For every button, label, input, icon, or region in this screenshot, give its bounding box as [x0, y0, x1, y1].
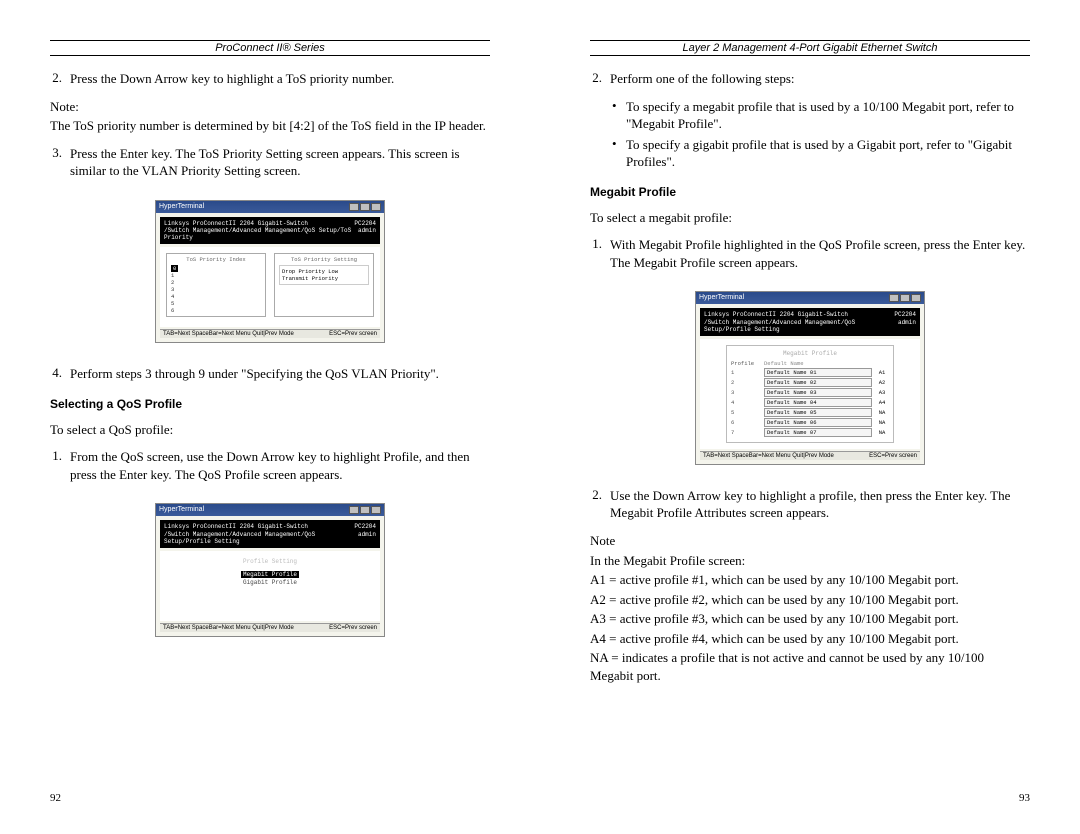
- terminal-statusbar: TAB=Next SpaceBar=Next Menu Quit|Prev Mo…: [160, 329, 380, 338]
- window-buttons: [349, 506, 381, 514]
- left-header-rule: ProConnect II® Series: [50, 40, 490, 56]
- page-number-left: 92: [50, 792, 61, 804]
- right-note-intro: In the Megabit Profile screen:: [590, 552, 1030, 570]
- right-header: Layer 2 Management 4-Port Gigabit Ethern…: [590, 42, 1030, 54]
- page-number-right: 93: [1019, 792, 1030, 804]
- a3-text: A3 = active profile #3, which can be use…: [590, 610, 1030, 628]
- left-page: ProConnect II® Series 2. Press the Down …: [0, 0, 540, 834]
- a2-text: A2 = active profile #2, which can be use…: [590, 591, 1030, 609]
- window-title: HyperTerminal: [159, 506, 204, 514]
- close-icon[interactable]: [371, 203, 381, 211]
- maximize-icon[interactable]: [900, 294, 910, 302]
- titlebar: HyperTerminal: [696, 292, 924, 304]
- qos-intro: To select a QoS profile:: [50, 421, 490, 439]
- bullet-megabit: • To specify a megabit profile that is u…: [612, 98, 1030, 133]
- right-note-label: Note: [590, 532, 1030, 550]
- profile-row: 3Default Name 03A3: [731, 388, 889, 397]
- terminal-content: Megabit Profile Profile Default Name 1De…: [700, 339, 920, 449]
- left-step-2: 2. Press the Down Arrow key to highlight…: [50, 70, 490, 88]
- close-icon[interactable]: [371, 506, 381, 514]
- left-header: ProConnect II® Series: [50, 42, 490, 54]
- terminal-content: ToS Priority Index 0 1 2 3 4 5 6: [160, 247, 380, 327]
- profile-row: 4Default Name 04A4: [731, 398, 889, 407]
- terminal-statusbar: TAB=Next SpaceBar=Next Menu Quit|Prev Mo…: [160, 623, 380, 632]
- minimize-icon[interactable]: [349, 506, 359, 514]
- terminal-window: HyperTerminal Linksys ProConnectII 2204 …: [155, 200, 385, 344]
- minimize-icon[interactable]: [889, 294, 899, 302]
- profile-row: 1Default Name 01A1: [731, 368, 889, 377]
- bullet-gigabit: • To specify a gigabit profile that is u…: [612, 136, 1030, 171]
- window-title: HyperTerminal: [699, 294, 744, 302]
- section-selecting-qos: Selecting a QoS Profile: [50, 397, 490, 411]
- screenshot-qos-profile: HyperTerminal Linksys ProConnectII 2204 …: [50, 503, 490, 637]
- window-buttons: [349, 203, 381, 211]
- section-megabit-profile: Megabit Profile: [590, 185, 1030, 199]
- close-icon[interactable]: [911, 294, 921, 302]
- tos-index-list: 0 1 2 3 4 5 6: [171, 265, 261, 314]
- megabit-step-1: 1. With Megabit Profile highlighted in t…: [590, 236, 1030, 271]
- terminal-header: Linksys ProConnectII 2204 Gigabit-Switch…: [700, 308, 920, 336]
- maximize-icon[interactable]: [360, 506, 370, 514]
- titlebar: HyperTerminal: [156, 504, 384, 516]
- terminal-statusbar: TAB=Next SpaceBar=Next Menu Quit|Prev Mo…: [700, 451, 920, 460]
- a4-text: A4 = active profile #4, which can be use…: [590, 630, 1030, 648]
- terminal-window: HyperTerminal Linksys ProConnectII 2204 …: [695, 291, 925, 465]
- bullet-icon: •: [612, 98, 626, 133]
- screenshot-megabit-profile: HyperTerminal Linksys ProConnectII 2204 …: [590, 291, 1030, 465]
- profile-row: 2Default Name 02A2: [731, 378, 889, 387]
- titlebar: HyperTerminal: [156, 201, 384, 213]
- na-text: NA = indicates a profile that is not act…: [590, 649, 1030, 684]
- qos-step-1: 1. From the QoS screen, use the Down Arr…: [50, 448, 490, 483]
- right-header-rule: Layer 2 Management 4-Port Gigabit Ethern…: [590, 40, 1030, 56]
- right-step-2: 2. Perform one of the following steps:: [590, 70, 1030, 88]
- note-label: Note:: [50, 98, 490, 116]
- a1-text: A1 = active profile #1, which can be use…: [590, 571, 1030, 589]
- window-buttons: [889, 294, 921, 302]
- terminal-content: Profile Setting Megabit Profile Gigabit …: [160, 551, 380, 621]
- screenshot-tos-priority: HyperTerminal Linksys ProConnectII 2204 …: [50, 200, 490, 344]
- megabit-step-2: 2. Use the Down Arrow key to highlight a…: [590, 487, 1030, 522]
- bullet-icon: •: [612, 136, 626, 171]
- profile-row: 7Default Name 07NA: [731, 428, 889, 437]
- left-step-3: 3. Press the Enter key. The ToS Priority…: [50, 145, 490, 180]
- terminal-header: Linksys ProConnectII 2204 Gigabit-Switch…: [160, 217, 380, 245]
- right-page: Layer 2 Management 4-Port Gigabit Ethern…: [540, 0, 1080, 834]
- terminal-window: HyperTerminal Linksys ProConnectII 2204 …: [155, 503, 385, 637]
- left-step-4: 4. Perform steps 3 through 9 under "Spec…: [50, 365, 490, 383]
- window-title: HyperTerminal: [159, 203, 204, 211]
- minimize-icon[interactable]: [349, 203, 359, 211]
- maximize-icon[interactable]: [360, 203, 370, 211]
- profile-row: 6Default Name 06NA: [731, 418, 889, 427]
- megabit-intro: To select a megabit profile:: [590, 209, 1030, 227]
- profile-row: 5Default Name 05NA: [731, 408, 889, 417]
- note-text: The ToS priority number is determined by…: [50, 117, 490, 135]
- terminal-header: Linksys ProConnectII 2204 Gigabit-Switch…: [160, 520, 380, 548]
